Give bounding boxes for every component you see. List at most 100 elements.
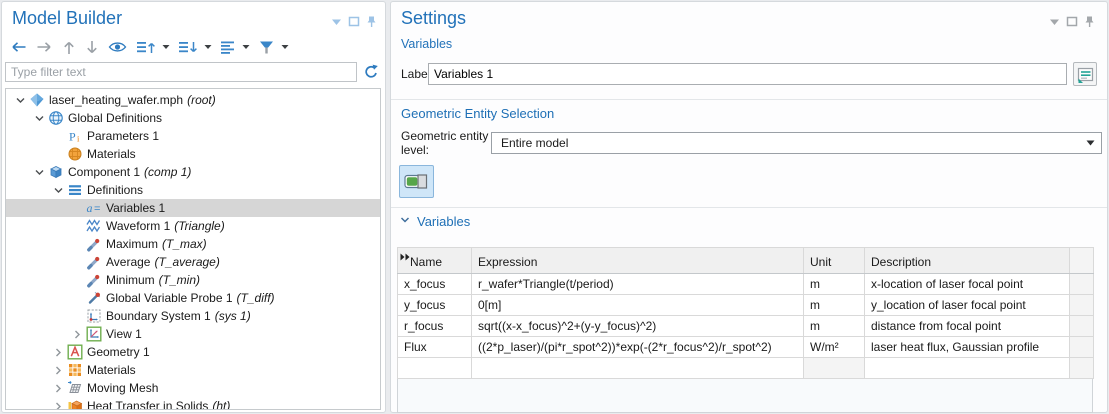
tree-item-view-1[interactable]: View 1 xyxy=(6,325,380,343)
filter-icon[interactable] xyxy=(257,39,276,56)
pin-panel-icon[interactable] xyxy=(366,15,377,28)
collapse-node-icon[interactable] xyxy=(31,167,47,178)
row-marker-icon xyxy=(400,250,411,264)
collapse-all-icon[interactable] xyxy=(177,39,199,56)
tree-item-suffix: (T_max) xyxy=(162,237,207,251)
cell-name-empty[interactable] xyxy=(398,358,472,379)
move-up-icon[interactable] xyxy=(61,39,77,56)
pin-panel-icon[interactable] xyxy=(1084,15,1095,28)
cell-description[interactable]: y_location of laser focal point xyxy=(865,295,1070,316)
tree-item-minimum[interactable]: Minimum(T_min) xyxy=(6,271,380,289)
variables-table-empty-area[interactable] xyxy=(397,379,1093,413)
back-icon[interactable] xyxy=(9,39,28,55)
tree-item-moving-mesh[interactable]: Moving Mesh xyxy=(6,379,380,397)
tree-item-waveform-1[interactable]: Waveform 1 (Triangle) xyxy=(6,217,380,235)
tree-item-maximum[interactable]: Maximum(T_max) xyxy=(6,235,380,253)
tree-item-average[interactable]: Average (T_average) xyxy=(6,253,380,271)
tree-item-global-variable-probe-1[interactable]: Global Variable Probe 1(T_diff) xyxy=(6,289,380,307)
collapse-node-icon[interactable] xyxy=(31,113,47,124)
dropdown-caret-icon[interactable] xyxy=(242,44,250,50)
dropdown-caret-icon[interactable] xyxy=(204,44,212,50)
cell-name[interactable]: y_focus xyxy=(398,295,472,316)
tree-item-boundary-system-1[interactable]: Boundary System 1(sys 1) xyxy=(6,307,380,325)
column-header-label: Expression xyxy=(478,255,537,269)
variables-section-header[interactable]: Variables xyxy=(399,214,470,229)
tree-item-suffix: (Triangle) xyxy=(174,219,224,233)
label-field-row: Label: xyxy=(401,62,1097,86)
filter-input[interactable] xyxy=(5,62,357,82)
cell-extra xyxy=(1070,337,1094,358)
tree-item-variables-1[interactable]: a=Variables 1 xyxy=(6,199,380,217)
collapse-node-icon[interactable] xyxy=(50,185,66,196)
show-icon[interactable] xyxy=(107,39,128,55)
cell-expression[interactable]: sqrt((x-x_focus)^2+(y-y_focus)^2) xyxy=(472,316,804,337)
tree-item-label: Average xyxy=(106,255,150,269)
dropdown-caret-icon[interactable] xyxy=(162,44,170,50)
expand-node-icon[interactable] xyxy=(50,347,66,358)
tree-item-global-definitions[interactable]: Global Definitions xyxy=(6,109,380,127)
tree-item-materials[interactable]: Materials xyxy=(6,361,380,379)
cell-extra xyxy=(1070,274,1094,295)
collapse-node-icon[interactable] xyxy=(12,95,28,106)
cell-unit-empty[interactable] xyxy=(804,358,865,379)
panel-menu-icon[interactable] xyxy=(331,17,342,26)
expand-node-icon[interactable] xyxy=(50,401,66,411)
materials-sphere-icon xyxy=(66,146,83,162)
cell-unit[interactable]: m xyxy=(804,274,865,295)
tree-item-laser-heating-wafer-mph[interactable]: laser_heating_wafer.mph(root) xyxy=(6,91,380,109)
cell-unit[interactable]: W/m² xyxy=(804,337,865,358)
cell-unit[interactable]: m xyxy=(804,295,865,316)
float-panel-icon[interactable] xyxy=(1066,16,1078,27)
panel-menu-icon[interactable] xyxy=(1049,17,1060,26)
cell-expression[interactable]: ((2*p_laser)/(pi*r_spot^2))*exp(-(2*r_fo… xyxy=(472,337,804,358)
tree-item-label: Global Variable Probe 1 xyxy=(106,291,233,305)
dropdown-caret-icon[interactable] xyxy=(281,44,289,50)
svg-text:P: P xyxy=(69,130,76,144)
cell-expression[interactable]: r_wafer*Triangle(t/period) xyxy=(472,274,804,295)
tree-item-label: Boundary System 1 xyxy=(106,309,211,323)
label-options-button[interactable] xyxy=(1073,62,1097,86)
tree-item-suffix: (T_average) xyxy=(154,255,219,269)
tree-item-parameters-1[interactable]: PiParameters 1 xyxy=(6,127,380,145)
tree-item-definitions[interactable]: Definitions xyxy=(6,181,380,199)
cell-expression[interactable]: 0[m] xyxy=(472,295,804,316)
extra-column-header xyxy=(1070,248,1094,274)
tree-item-component-1[interactable]: Component 1(comp 1) xyxy=(6,163,380,181)
expand-node-icon[interactable] xyxy=(69,329,85,340)
entity-level-dropdown[interactable]: Entire model xyxy=(491,132,1102,154)
tree-item-label: Materials xyxy=(87,363,136,377)
tree-item-materials[interactable]: Materials xyxy=(6,145,380,163)
tree-item-label: Materials xyxy=(87,147,136,161)
refresh-icon[interactable] xyxy=(363,64,381,80)
boundary-system-icon xyxy=(85,308,102,324)
cell-unit[interactable]: m xyxy=(804,316,865,337)
cell-expression-empty[interactable] xyxy=(472,358,804,379)
cell-name[interactable]: x_focus xyxy=(398,274,472,295)
cell-name[interactable]: r_focus xyxy=(398,316,472,337)
cell-name[interactable]: Flux xyxy=(398,337,472,358)
label-input[interactable] xyxy=(428,63,1067,85)
variables-icon: a= xyxy=(85,200,102,216)
variable-row-x-focus: x_focusr_wafer*Triangle(t/period)mx-loca… xyxy=(398,274,1094,295)
forward-icon[interactable] xyxy=(35,39,54,55)
node-text-icon[interactable] xyxy=(219,39,237,56)
cell-description-empty[interactable] xyxy=(865,358,1070,379)
entity-level-label: Geometric entity level: xyxy=(401,129,491,157)
float-panel-icon[interactable] xyxy=(348,16,360,27)
variable-row-empty[interactable] xyxy=(398,358,1094,379)
expand-node-icon[interactable] xyxy=(50,365,66,376)
expand-node-icon[interactable] xyxy=(50,383,66,394)
section-divider xyxy=(391,207,1107,208)
cell-description[interactable]: distance from focal point xyxy=(865,316,1070,337)
component-icon xyxy=(47,164,64,180)
tree-item-label: Heat Transfer in Solids xyxy=(87,399,208,410)
expand-all-icon[interactable] xyxy=(135,39,157,56)
tree-item-geometry-1[interactable]: Geometry 1 xyxy=(6,343,380,361)
tree-item-label: Waveform 1 xyxy=(106,219,170,233)
cell-description[interactable]: x-location of laser focal point xyxy=(865,274,1070,295)
active-toggle-button[interactable] xyxy=(399,165,434,198)
move-down-icon[interactable] xyxy=(84,39,100,56)
column-header-name: Name xyxy=(398,248,472,274)
tree-item-heat-transfer-in-solids[interactable]: Heat Transfer in Solids(ht) xyxy=(6,397,380,410)
cell-description[interactable]: laser heat flux, Gaussian profile xyxy=(865,337,1070,358)
